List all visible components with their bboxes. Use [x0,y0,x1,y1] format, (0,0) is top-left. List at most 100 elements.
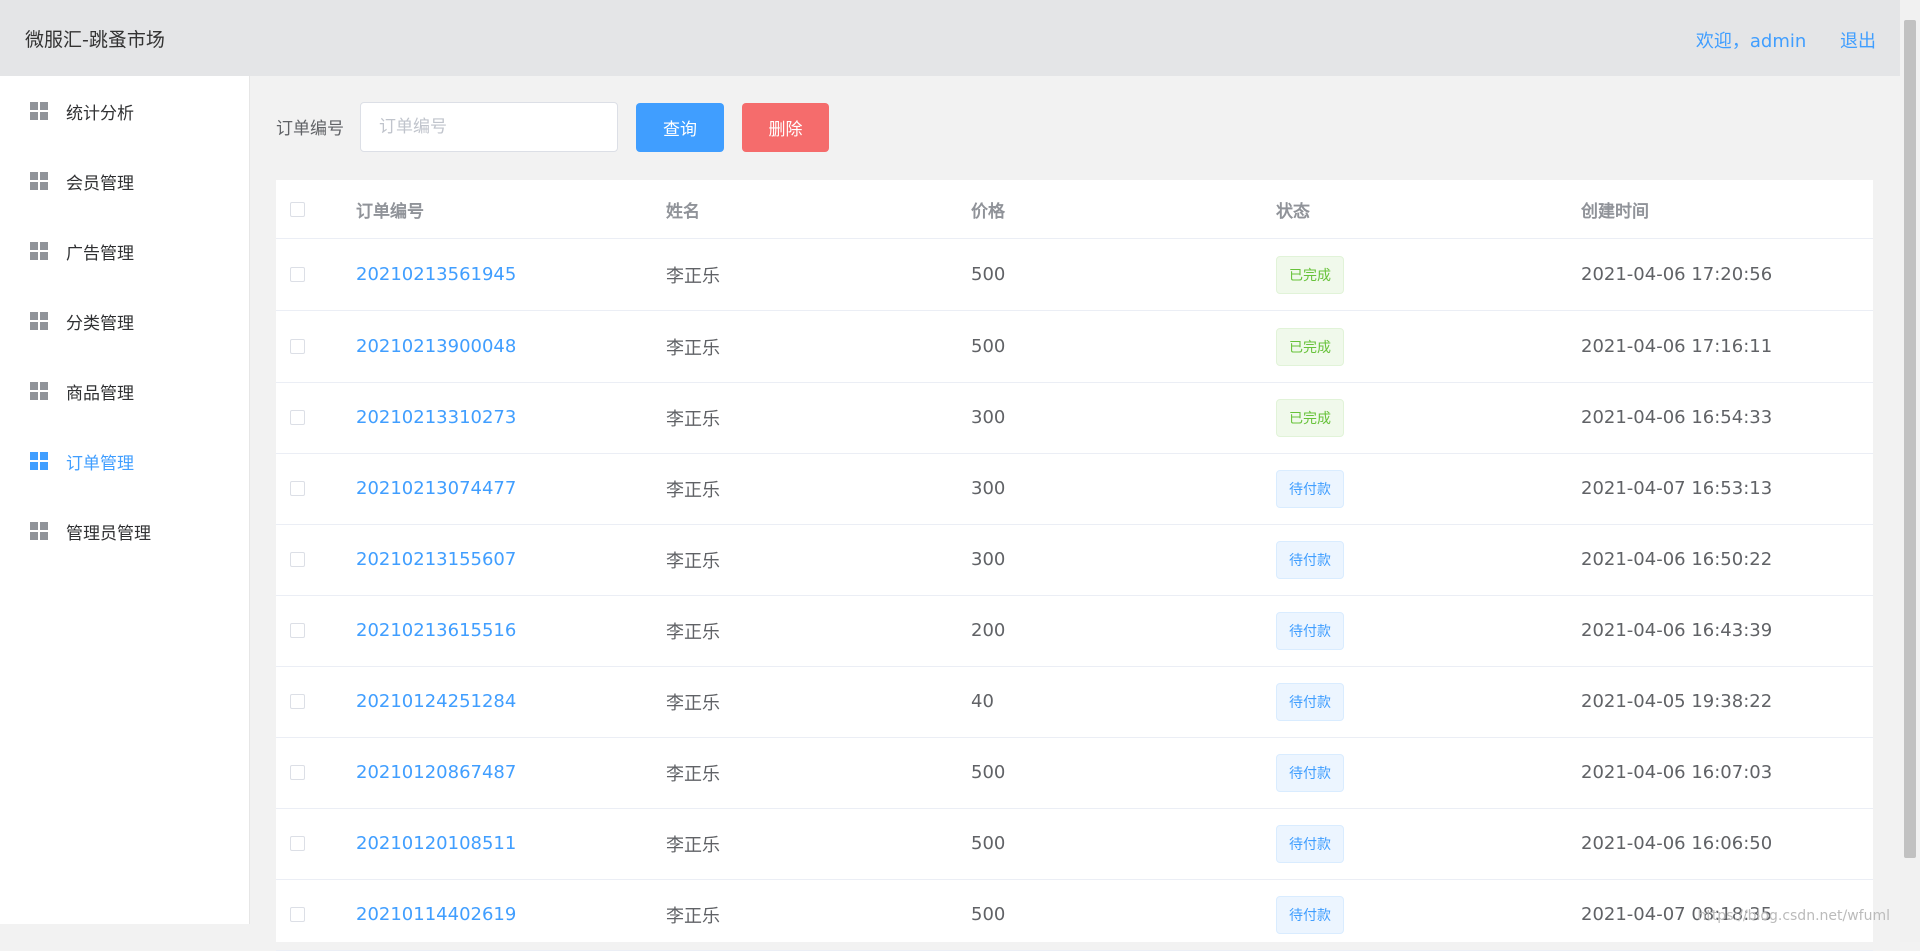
order-price: 500 [971,264,1006,285]
status-badge: 已完成 [1276,327,1344,366]
status-badge: 待付款 [1276,469,1344,508]
created-time: 2021-04-05 19:38:22 [1581,691,1773,712]
customer-name: 李正乐 [666,265,720,287]
order-no-link[interactable]: 20210213074477 [356,453,516,524]
order-no-link[interactable]: 20210213900048 [356,311,516,382]
order-price: 300 [971,478,1006,499]
table-header: 订单编号 姓名 价格 状态 创建时间 [276,180,1873,239]
delete-button[interactable]: 删除 [742,103,829,152]
row-checkbox[interactable] [290,836,305,851]
sidebar-item-products[interactable]: 商品管理 [0,356,249,426]
row-checkbox[interactable] [290,694,305,709]
created-time: 2021-04-06 17:20:56 [1581,264,1773,285]
table-row: 20210213561945 李正乐 500 已完成 2021-04-06 17… [276,239,1873,311]
status-badge: 待付款 [1276,895,1344,934]
order-no-link[interactable]: 20210213155607 [356,524,516,595]
sidebar-item-label: 会员管理 [66,173,134,194]
created-time: 2021-04-07 16:53:13 [1581,478,1773,499]
order-no-link[interactable]: 20210120108511 [356,808,516,879]
watermark: https://blog.csdn.net/wfuml [1697,908,1890,924]
welcome-link[interactable]: 欢迎，admin [1696,31,1806,52]
customer-name: 李正乐 [666,337,720,359]
order-no-search-input[interactable] [360,102,618,152]
table-row: 20210124251284 李正乐 40 待付款 2021-04-05 19:… [276,666,1873,738]
status-badge: 待付款 [1276,540,1344,579]
scrollbar-thumb[interactable] [1904,20,1916,858]
row-checkbox[interactable] [290,481,305,496]
app-title: 微服汇-跳蚤市场 [25,29,165,51]
order-no-link[interactable]: 20210114402619 [356,879,516,950]
column-header-name: 姓名 [666,201,700,222]
grid-icon [30,242,48,260]
order-price: 300 [971,407,1006,428]
created-time: 2021-04-06 16:50:22 [1581,549,1773,570]
status-badge: 待付款 [1276,753,1344,792]
logout-link[interactable]: 退出 [1840,31,1876,52]
order-no-label: 订单编号 [276,119,344,139]
select-all-checkbox[interactable] [290,201,305,217]
customer-name: 李正乐 [666,621,720,643]
sidebar-item-categories[interactable]: 分类管理 [0,286,249,356]
sidebar-item-label: 订单管理 [66,453,134,474]
order-price: 500 [971,762,1006,783]
row-checkbox[interactable] [290,410,305,425]
created-time: 2021-04-06 17:16:11 [1581,336,1773,357]
table-row: 20210114402619 李正乐 500 待付款 2021-04-07 08… [276,879,1873,951]
sidebar-item-label: 管理员管理 [66,523,151,544]
sidebar-item-orders[interactable]: 订单管理 [0,426,249,496]
order-no-link[interactable]: 20210120867487 [356,737,516,808]
sidebar-item-members[interactable]: 会员管理 [0,146,249,216]
customer-name: 李正乐 [666,834,720,856]
created-time: 2021-04-06 16:07:03 [1581,762,1773,783]
grid-icon [30,382,48,400]
customer-name: 李正乐 [666,479,720,501]
column-header-price: 价格 [971,201,1005,222]
order-price: 40 [971,691,994,712]
table-row: 20210213310273 李正乐 300 已完成 2021-04-06 16… [276,382,1873,454]
orders-table: 订单编号 姓名 价格 状态 创建时间 20210213561945 李正乐 50… [276,180,1873,951]
sidebar-item-label: 分类管理 [66,313,134,334]
customer-name: 李正乐 [666,692,720,714]
row-checkbox[interactable] [290,907,305,922]
sidebar-item-label: 统计分析 [66,103,134,124]
status-badge: 待付款 [1276,682,1344,721]
created-time: 2021-04-06 16:54:33 [1581,407,1773,428]
row-checkbox[interactable] [290,339,305,354]
order-no-link[interactable]: 20210213310273 [356,382,516,453]
status-badge: 已完成 [1276,398,1344,437]
order-price: 200 [971,620,1006,641]
grid-icon [30,312,48,330]
order-price: 500 [971,904,1006,925]
sidebar-item-stats[interactable]: 统计分析 [0,76,249,146]
status-badge: 待付款 [1276,824,1344,863]
sidebar-item-label: 商品管理 [66,383,134,404]
sidebar-item-ads[interactable]: 广告管理 [0,216,249,286]
grid-icon [30,452,48,470]
header-user-area: 欢迎，admin 退出 [1668,27,1876,53]
order-price: 500 [971,336,1006,357]
row-checkbox[interactable] [290,552,305,567]
row-checkbox[interactable] [290,623,305,638]
customer-name: 李正乐 [666,763,720,785]
table-row: 20210120867487 李正乐 500 待付款 2021-04-06 16… [276,737,1873,809]
customer-name: 李正乐 [666,408,720,430]
grid-icon [30,172,48,190]
top-header: 微服汇-跳蚤市场 欢迎，admin 退出 [0,0,1900,76]
order-no-link[interactable]: 20210124251284 [356,666,516,737]
table-row: 20210120108511 李正乐 500 待付款 2021-04-06 16… [276,808,1873,880]
page-scrollbar[interactable] [1900,0,1920,942]
sidebar: 统计分析 会员管理 广告管理 分类管理 商品管理 订单管理 管理员管理 [0,76,250,924]
grid-icon [30,522,48,540]
query-button[interactable]: 查询 [636,103,724,152]
order-no-link[interactable]: 20210213615516 [356,595,516,666]
created-time: 2021-04-06 16:06:50 [1581,833,1773,854]
row-checkbox[interactable] [290,267,305,282]
customer-name: 李正乐 [666,550,720,572]
column-header-order-no: 订单编号 [356,201,424,222]
table-row: 20210213615516 李正乐 200 待付款 2021-04-06 16… [276,595,1873,667]
sidebar-item-admins[interactable]: 管理员管理 [0,496,249,566]
column-header-created: 创建时间 [1581,201,1649,222]
order-no-link[interactable]: 20210213561945 [356,239,516,310]
row-checkbox[interactable] [290,765,305,780]
customer-name: 李正乐 [666,905,720,927]
